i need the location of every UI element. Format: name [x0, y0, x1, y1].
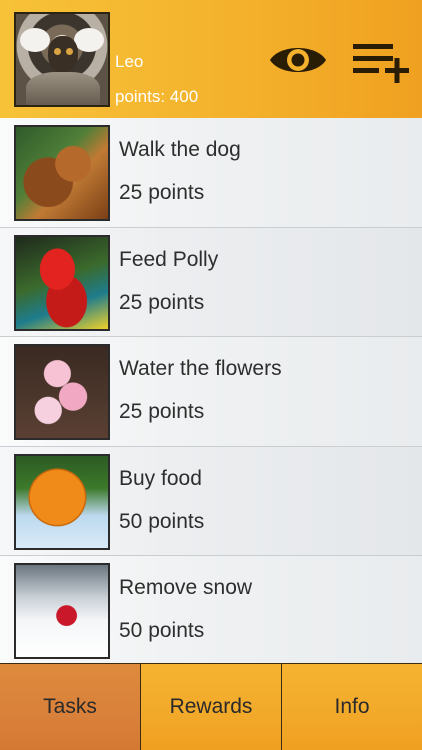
user-avatar[interactable] — [14, 12, 110, 107]
task-points: 25 points — [119, 290, 205, 314]
tab-rewards[interactable]: Rewards — [141, 664, 282, 750]
task-points: 25 points — [119, 400, 205, 423]
task-points: 50 points — [119, 509, 205, 533]
tab-info[interactable]: Info — [282, 664, 422, 750]
task-row[interactable]: Buy food 50 points — [0, 446, 422, 556]
task-title: Remove snow — [119, 576, 253, 599]
flower-thumbnail — [14, 344, 110, 440]
user-points: points: 400 — [115, 87, 199, 106]
bottom-tab-bar: Tasks Rewards Info — [0, 663, 422, 750]
task-title: Water the flowers — [119, 357, 282, 380]
avatar-eye-right — [66, 48, 73, 55]
task-row[interactable]: Walk the dog 25 points — [0, 118, 422, 228]
task-row[interactable]: Water the flowers 25 points — [0, 337, 422, 447]
snow-thumbnail — [14, 563, 110, 659]
avatar-ear-left — [20, 28, 50, 52]
orange-thumbnail — [14, 453, 110, 550]
task-title: Buy food — [119, 466, 202, 490]
tab-tasks[interactable]: Tasks — [0, 664, 141, 750]
app-header: Leo points: 400 — [0, 0, 422, 118]
task-row[interactable]: Feed Polly 25 points — [0, 227, 422, 337]
task-points: 25 points — [119, 181, 205, 204]
avatar-body — [26, 72, 100, 105]
avatar-ear-right — [74, 28, 104, 52]
task-list[interactable]: Walk the dog 25 points Feed Polly 25 poi… — [0, 118, 422, 666]
task-title: Feed Polly — [119, 247, 219, 271]
parrot-thumbnail — [14, 234, 110, 331]
user-name: Leo — [115, 52, 144, 71]
dog-thumbnail — [14, 125, 110, 221]
playlist-add-icon[interactable] — [350, 40, 412, 84]
task-points: 50 points — [119, 619, 205, 642]
task-title: Walk the dog — [119, 138, 241, 161]
avatar-eye-left — [54, 48, 61, 55]
task-row[interactable]: Remove snow 50 points — [0, 556, 422, 666]
eye-icon[interactable] — [268, 40, 328, 80]
avatar-face — [48, 36, 78, 72]
